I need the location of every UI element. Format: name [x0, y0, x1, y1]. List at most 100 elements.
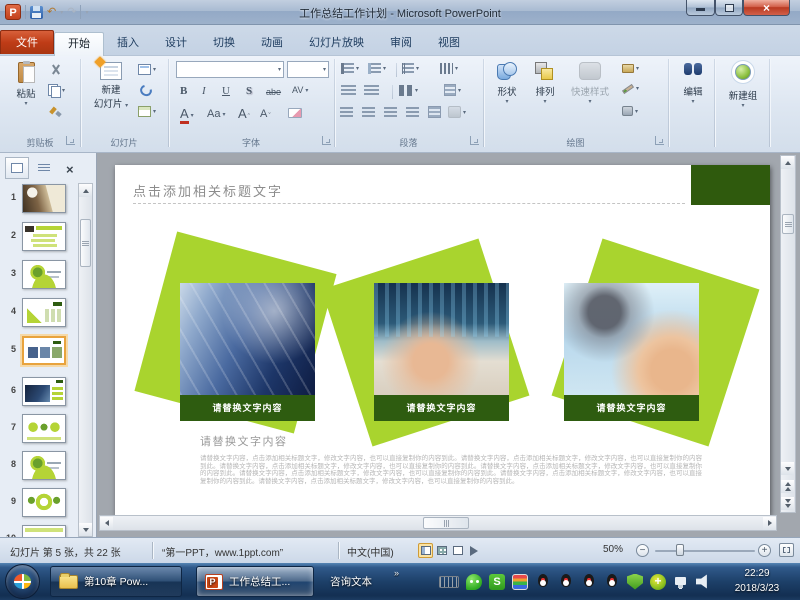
scroll-right-button[interactable]	[763, 517, 776, 530]
zoom-percentage[interactable]: 50%	[603, 544, 623, 555]
scrollbar-thumb[interactable]	[423, 517, 469, 529]
slide-thumbnail-4[interactable]: 4	[0, 298, 78, 327]
input-skin-icon[interactable]	[512, 574, 528, 590]
new-group-button[interactable]: 新建组 ▾	[720, 62, 766, 109]
edit-group-button[interactable]: 编辑 ▾	[674, 62, 712, 105]
numbering-button[interactable]: ▾	[368, 63, 386, 74]
slide-thumbnail-2[interactable]: 2	[0, 222, 78, 251]
network-icon[interactable]	[673, 574, 689, 590]
clear-formatting-icon[interactable]	[288, 108, 302, 118]
align-left-icon[interactable]	[340, 107, 353, 118]
slide-thumbnail-3[interactable]: 3	[0, 260, 78, 289]
close-button[interactable]: ×	[743, 0, 790, 16]
underline-button[interactable]: U	[222, 85, 230, 97]
drawing-dialog-launcher-icon[interactable]	[655, 136, 664, 145]
image-caption[interactable]: 请替换文字内容	[180, 395, 315, 421]
arrange-button[interactable]: 排列 ▾	[528, 62, 562, 105]
scrollbar-thumb[interactable]	[782, 214, 794, 234]
tab-slideshow[interactable]: 幻灯片放映	[296, 32, 377, 56]
font-color-button[interactable]: A▾	[180, 106, 194, 124]
qq-icon-2[interactable]	[558, 574, 574, 590]
image-card-1[interactable]: 请替换文字内容	[180, 283, 315, 421]
input-keyboard-icon[interactable]	[439, 576, 459, 588]
slide-thumbnail-8[interactable]: 8	[0, 451, 78, 480]
format-painter-button[interactable]	[50, 106, 62, 118]
paragraph-dialog-launcher-icon[interactable]	[470, 136, 479, 145]
font-dialog-launcher-icon[interactable]	[322, 136, 331, 145]
outline-tab[interactable]	[32, 157, 56, 179]
distribute-icon[interactable]	[428, 106, 441, 118]
change-case-button[interactable]: Aa▾	[207, 108, 225, 120]
image-card-2[interactable]: 请替换文字内容	[374, 283, 509, 421]
reset-button[interactable]	[140, 85, 152, 96]
new-slide-button[interactable]: 新建 幻灯片 ▾	[88, 62, 134, 110]
qq-icon-3[interactable]	[581, 574, 597, 590]
slideshow-button[interactable]	[466, 543, 481, 558]
character-spacing-button[interactable]: AV▾	[292, 85, 308, 95]
image-caption[interactable]: 请替换文字内容	[374, 395, 509, 421]
tab-design[interactable]: 设计	[152, 32, 200, 56]
line-spacing-button[interactable]: ▾	[402, 63, 419, 74]
scroll-left-button[interactable]	[100, 517, 113, 530]
section-button[interactable]: ▾	[138, 106, 156, 117]
increase-indent-icon[interactable]	[364, 85, 379, 96]
antivirus-plus-icon[interactable]: +	[650, 574, 666, 590]
scroll-down-button[interactable]	[781, 462, 794, 475]
restore-button[interactable]	[715, 0, 743, 16]
body-heading[interactable]: 请替换文字内容	[200, 433, 288, 449]
slide-thumbnail-6[interactable]: 6	[0, 377, 78, 406]
image-caption[interactable]: 请替换文字内容	[564, 395, 699, 421]
scroll-up-button[interactable]	[79, 184, 92, 197]
align-right-icon[interactable]	[384, 107, 397, 118]
zoom-out-button[interactable]: −	[636, 544, 649, 557]
tab-home[interactable]: 开始	[54, 32, 104, 56]
minimize-button[interactable]	[686, 0, 715, 16]
shape-outline-button[interactable]: ▾	[622, 85, 639, 92]
text-shadow-button[interactable]: S	[246, 85, 252, 97]
slides-tab[interactable]	[5, 157, 29, 179]
scrollbar-thumb[interactable]	[80, 219, 91, 267]
shrink-font-button[interactable]: Aˇ	[260, 108, 271, 120]
sogou-input-icon[interactable]: S	[489, 574, 505, 590]
slide-sorter-button[interactable]	[434, 543, 449, 558]
clipboard-dialog-launcher-icon[interactable]	[66, 136, 75, 145]
paste-button[interactable]: 粘贴 ▾	[8, 62, 44, 107]
grow-font-button[interactable]: Aˆ	[238, 106, 250, 121]
justify-icon[interactable]	[406, 107, 419, 118]
slide-canvas[interactable]: 点击添加相关标题文字 请替换文字内容 请替换文字内容 请替换文字内容 请替换文字…	[115, 165, 770, 515]
title-bar[interactable]: P ↶ ▾ ↷ ▾ 工作总结工作计划 - Microsoft PowerPoin…	[0, 0, 800, 25]
font-size-combo[interactable]: ▾	[287, 61, 329, 78]
language-indicator[interactable]: 中文(中国)	[347, 544, 394, 559]
shape-effects-button[interactable]: ▾	[622, 106, 638, 116]
font-name-combo[interactable]: ▾	[176, 61, 284, 78]
zoom-slider-thumb[interactable]	[676, 544, 684, 556]
previous-slide-button[interactable]	[781, 480, 794, 493]
qq-icon-1[interactable]	[535, 574, 551, 590]
vertical-scrollbar[interactable]	[780, 155, 796, 513]
bold-button[interactable]: B	[180, 85, 187, 97]
bullets-button[interactable]: ▾	[341, 63, 359, 74]
tab-view[interactable]: 视图	[425, 32, 473, 56]
normal-view-button[interactable]	[418, 543, 433, 558]
italic-button[interactable]: I	[202, 85, 206, 97]
taskbar-powerpoint-window[interactable]: 工作总结工...	[196, 566, 314, 597]
body-text-placeholder[interactable]: 请替换文字内容，点击添加相关标题文字，修改文字内容，也可以直接复制你的内容到此。…	[200, 455, 702, 485]
next-slide-button[interactable]	[781, 497, 794, 510]
qq-icon-4[interactable]	[604, 574, 620, 590]
slide-thumbnail-7[interactable]: 7	[0, 414, 78, 443]
volume-icon[interactable]	[696, 574, 712, 590]
close-panel-button[interactable]: ×	[66, 161, 74, 179]
slide-thumbnail-1[interactable]: 1	[0, 184, 78, 213]
align-text-button[interactable]: ▾	[444, 84, 461, 96]
tab-review[interactable]: 审阅	[377, 32, 425, 56]
strikethrough-button[interactable]: abe	[266, 87, 281, 97]
antivirus-shield-icon[interactable]	[627, 574, 643, 590]
thumbnails-scrollbar[interactable]	[78, 183, 93, 537]
align-center-icon[interactable]	[362, 107, 375, 118]
zoom-in-button[interactable]: +	[758, 544, 771, 557]
image-card-3[interactable]: 请替换文字内容	[564, 283, 699, 421]
tab-file[interactable]: 文件	[0, 30, 54, 54]
columns-button[interactable]: ▾	[399, 85, 418, 96]
smartart-convert-button[interactable]: ▾	[448, 106, 466, 118]
text-direction-button[interactable]: ▾	[440, 63, 458, 74]
